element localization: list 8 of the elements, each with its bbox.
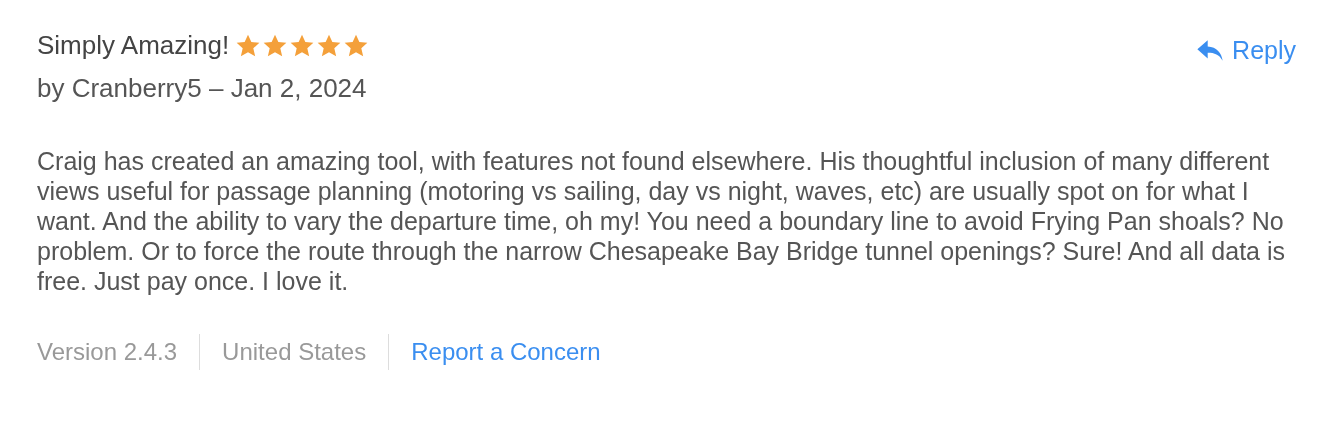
report-concern-link[interactable]: Report a Concern bbox=[411, 338, 601, 366]
review-text: Craig has created an amazing tool, with features not found elsewhere. His thoughtful inclusion of many different views useful for passage planning (motoring vs sailing, day vs night, waves, etc) are usually spot on for what I want. And the ability to vary the departure time, oh my! You need a boundary line to avoid Frying Pan shoals? No problem. Or to force the route through the narrow Chesapeake Bay Bridge tunnel openings? Sure! And all data is free. Just pay once. I love it. bbox=[37, 146, 1286, 296]
review-byline: by Cranberry5 – Jan 2, 2024 bbox=[37, 73, 368, 104]
reply-arrow-icon bbox=[1196, 39, 1225, 62]
review-title: Simply Amazing! bbox=[37, 30, 230, 61]
reply-link[interactable]: Reply bbox=[1196, 36, 1296, 65]
footer-info: United States bbox=[222, 338, 367, 366]
footer-info: Version 2.4.3 bbox=[37, 338, 178, 366]
